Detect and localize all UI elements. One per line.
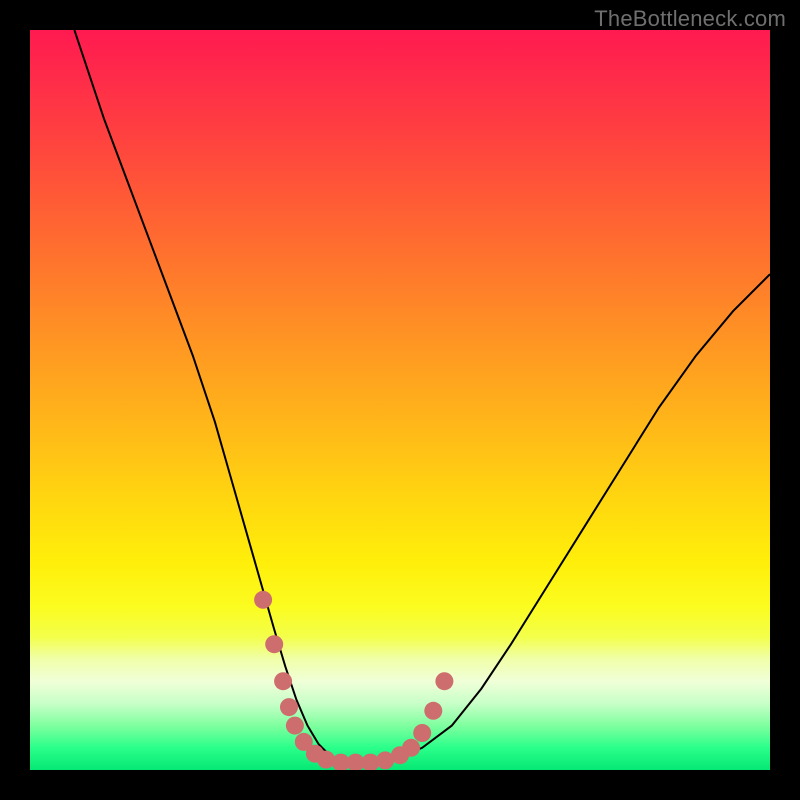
data-marker bbox=[286, 717, 304, 735]
plot-area bbox=[30, 30, 770, 770]
data-marker bbox=[402, 739, 420, 757]
data-marker bbox=[317, 751, 335, 769]
chart-frame: TheBottleneck.com bbox=[0, 0, 800, 800]
data-marker bbox=[413, 724, 431, 742]
data-marker bbox=[280, 698, 298, 716]
curve-layer bbox=[30, 30, 770, 770]
data-marker bbox=[424, 702, 442, 720]
watermark-text: TheBottleneck.com bbox=[594, 6, 786, 32]
data-marker bbox=[254, 591, 272, 609]
marker-group bbox=[254, 591, 453, 770]
data-marker bbox=[274, 672, 292, 690]
bottleneck-curve bbox=[74, 30, 770, 763]
data-marker bbox=[265, 635, 283, 653]
data-marker bbox=[435, 672, 453, 690]
